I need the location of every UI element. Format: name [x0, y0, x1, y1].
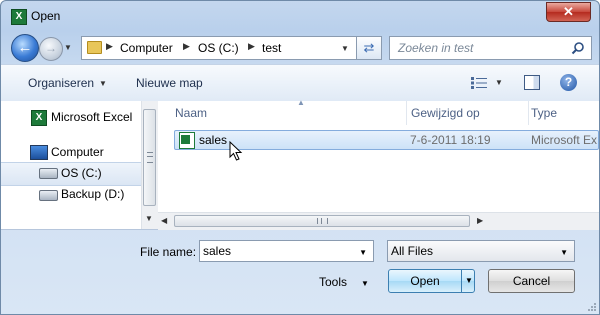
column-header-type[interactable]: Type — [529, 101, 599, 125]
refresh-button[interactable]: ⇄ — [356, 36, 382, 60]
organise-label: Organiseren — [28, 76, 95, 90]
chevron-down-icon: ▼ — [361, 279, 369, 288]
file-type-value: All Files — [391, 244, 434, 258]
search-placeholder: Zoeken in test — [398, 41, 474, 55]
breadcrumb-separator-icon[interactable]: ▶ — [248, 41, 255, 52]
file-modified: 7-6-2011 18:19 — [410, 133, 491, 147]
sidebar-item-backup-d[interactable]: Backup (D:) — [1, 184, 141, 206]
excel-file-icon — [179, 132, 195, 149]
file-name-label: File name: — [140, 245, 197, 259]
view-options-icon[interactable] — [471, 77, 487, 89]
mouse-cursor-icon — [229, 141, 243, 161]
new-folder-button[interactable]: Nieuwe map — [136, 76, 203, 90]
cancel-button[interactable]: Cancel — [488, 269, 575, 293]
address-dropdown-icon[interactable]: ▼ — [341, 44, 349, 53]
breadcrumb-separator-icon[interactable]: ▶ — [183, 41, 190, 52]
resize-grip-icon[interactable] — [586, 301, 596, 311]
preview-pane-icon[interactable] — [524, 75, 540, 90]
drive-icon — [39, 190, 58, 201]
sort-ascending-icon: ▲ — [297, 98, 305, 107]
file-name-field[interactable]: sales ▼ — [199, 240, 374, 262]
column-header-modified[interactable]: Gewijzigd op — [407, 101, 529, 125]
sidebar-item-computer[interactable]: Computer — [1, 142, 141, 164]
file-list-scrollbar[interactable]: ◀ ▶ — [158, 212, 599, 230]
excel-icon: X — [31, 110, 47, 126]
open-button[interactable]: Open ▼ — [388, 269, 475, 293]
scrollbar-thumb[interactable] — [143, 109, 156, 206]
chevron-down-icon[interactable]: ▼ — [359, 248, 367, 257]
excel-icon: X — [11, 9, 27, 25]
command-bar: Organiseren ▼ Nieuwe map ▼ ? — [1, 64, 599, 102]
window-title: Open — [31, 9, 61, 23]
computer-icon — [30, 145, 48, 160]
column-header-name[interactable]: ▲ Naam — [158, 98, 407, 125]
search-input[interactable]: Zoeken in test — [389, 36, 592, 60]
close-button[interactable]: ✕ — [546, 2, 591, 22]
breadcrumb-computer[interactable]: Computer — [120, 41, 173, 55]
address-bar[interactable]: ▶ Computer ▶ OS (C:) ▶ test — [81, 36, 357, 60]
recent-pages-dropdown-icon[interactable]: ▼ — [64, 43, 72, 52]
help-icon[interactable]: ? — [560, 74, 577, 91]
scroll-left-icon[interactable]: ◀ — [161, 216, 167, 225]
file-name-value: sales — [203, 244, 232, 258]
file-list: ▲ Naam Gewijzigd op Type sales 7-6-2011 … — [158, 98, 599, 230]
drive-icon — [39, 168, 58, 179]
breadcrumb-test[interactable]: test — [262, 41, 281, 55]
navigation-pane: X Microsoft Excel Computer OS (C:) Backu… — [1, 101, 141, 229]
file-type: Microsoft Ex — [531, 133, 598, 147]
refresh-icon: ⇄ — [363, 40, 375, 55]
sidebar-item-microsoft-excel[interactable]: X Microsoft Excel — [1, 107, 141, 129]
scrollbar-thumb[interactable] — [174, 215, 470, 227]
tools-menu[interactable]: Tools ▼ — [319, 275, 369, 289]
tools-label: Tools — [319, 275, 348, 289]
breadcrumb-separator-icon[interactable]: ▶ — [106, 41, 113, 52]
file-name: sales — [199, 133, 228, 147]
back-button[interactable]: ← — [11, 34, 39, 62]
organise-menu[interactable]: Organiseren ▼ — [28, 76, 107, 90]
search-icon[interactable] — [571, 41, 585, 55]
folder-icon — [87, 41, 102, 54]
open-label: Open — [410, 274, 440, 288]
sidebar-item-label: Backup (D:) — [61, 187, 125, 201]
sidebar-item-os-c[interactable]: OS (C:) — [1, 162, 141, 186]
chevron-down-icon: ▼ — [560, 248, 568, 257]
browser-area: X Microsoft Excel Computer OS (C:) Backu… — [1, 98, 599, 230]
sidebar-item-label: Computer — [51, 145, 104, 159]
navigation-scrollbar[interactable]: ▼ — [141, 101, 158, 229]
scroll-down-icon[interactable]: ▼ — [145, 214, 153, 223]
scroll-right-icon[interactable]: ▶ — [477, 216, 483, 225]
navigation-bar: ← → ▼ ▶ Computer ▶ OS (C:) ▶ test ▼ ⇄ Zo… — [1, 31, 599, 63]
file-type-select[interactable]: All Files ▼ — [387, 240, 575, 262]
open-dialog: X Open ✕ ← → ▼ ▶ Computer ▶ OS (C:) ▶ te… — [0, 0, 600, 315]
view-dropdown-icon[interactable]: ▼ — [495, 78, 503, 87]
forward-button[interactable]: → — [39, 37, 63, 61]
column-label: Type — [531, 106, 558, 120]
open-options-dropdown-icon[interactable]: ▼ — [461, 270, 476, 292]
column-label: Gewijzigd op — [411, 106, 480, 120]
chevron-down-icon: ▼ — [99, 79, 107, 88]
breadcrumb-os-c[interactable]: OS (C:) — [198, 41, 239, 55]
column-label: Naam — [175, 106, 208, 120]
sidebar-item-label: Microsoft Excel — [51, 110, 133, 124]
sidebar-item-label: OS (C:) — [61, 166, 102, 180]
title-bar[interactable]: X Open ✕ — [1, 1, 599, 31]
